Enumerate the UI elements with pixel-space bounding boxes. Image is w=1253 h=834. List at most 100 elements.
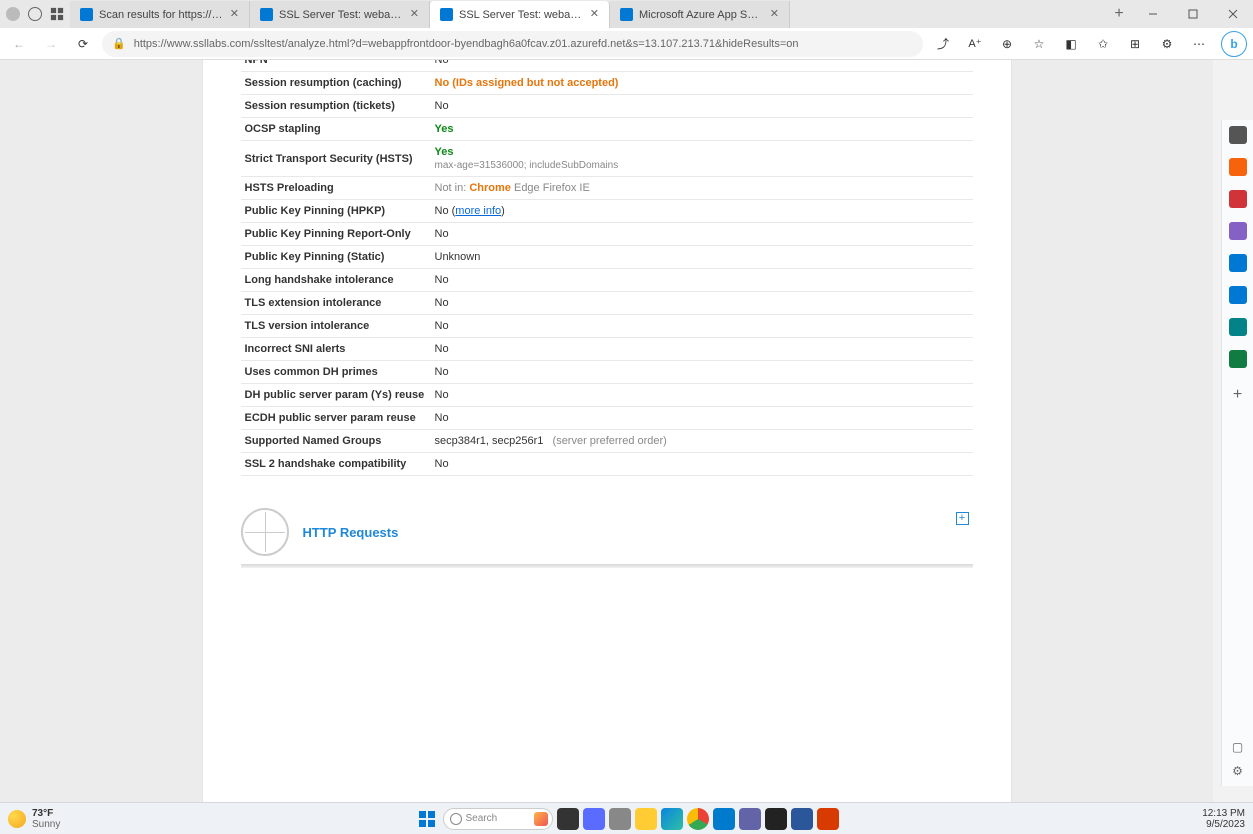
favorite-icon[interactable]: ☆ xyxy=(1025,31,1053,57)
maximize-button[interactable] xyxy=(1173,0,1213,28)
row-label: Uses common DH primes xyxy=(241,361,431,384)
sidebar-skype-icon[interactable] xyxy=(1229,350,1247,368)
tab-close-icon[interactable]: ✕ xyxy=(230,9,239,20)
browser-tab[interactable]: SSL Server Test: webappfrontdoo...✕ xyxy=(250,1,430,28)
page-scroll[interactable]: POODLE (SSLv3)No, SSL 3 not supported (m… xyxy=(0,60,1213,834)
row-value: No xyxy=(431,60,973,72)
table-row: Supported Named Groups secp384r1, secp256… xyxy=(241,430,973,453)
row-value: Yesmax-age=31536000; includeSubDomains xyxy=(431,141,973,177)
minimize-button[interactable] xyxy=(1133,0,1173,28)
taskbar-weather[interactable]: 73°F Sunny xyxy=(0,808,68,830)
browser-tab[interactable]: SSL Server Test: webappfrontdoo... ✕ xyxy=(430,1,610,28)
sidebar-tools-icon[interactable] xyxy=(1229,190,1247,208)
value-text: No xyxy=(435,297,449,309)
value-text: Yes xyxy=(435,123,454,135)
preload-prefix: Not in: xyxy=(435,182,470,194)
table-row: Uses common DH primes No xyxy=(241,361,973,384)
value-text: No xyxy=(435,366,449,378)
sidebar-search-icon[interactable] xyxy=(1229,126,1247,144)
edge-icon[interactable] xyxy=(661,808,683,830)
word-icon[interactable] xyxy=(791,808,813,830)
row-label: Supported Named Groups xyxy=(241,430,431,453)
sidebar-add-icon[interactable]: + xyxy=(1233,386,1242,404)
chrome-icon[interactable] xyxy=(687,808,709,830)
tab-title: SSL Server Test: webappfrontdoo... xyxy=(459,9,584,21)
tab-actions-icon[interactable] xyxy=(50,7,64,21)
sidebar-hide-icon[interactable]: ▢ xyxy=(1232,740,1243,754)
bing-chat-icon[interactable]: b xyxy=(1221,31,1247,57)
taskbar-search[interactable]: Search xyxy=(443,808,553,830)
site-info-icon[interactable]: 🔒 xyxy=(112,37,126,50)
chat-icon[interactable] xyxy=(583,808,605,830)
sidebar-games-icon[interactable] xyxy=(1229,222,1247,240)
value-text: Yes xyxy=(435,146,454,158)
windows-taskbar: 73°F Sunny Search 12:13 PM xyxy=(0,802,1253,834)
back-button[interactable]: ← xyxy=(6,31,32,57)
row-value: No xyxy=(431,315,973,338)
sidebar-shopping-icon[interactable] xyxy=(1229,158,1247,176)
file-explorer-icon[interactable] xyxy=(635,808,657,830)
taskbar-clock[interactable]: 12:13 PM 9/5/2023 xyxy=(1194,808,1253,830)
history-icon[interactable] xyxy=(28,7,42,21)
preload-rest: Edge Firefox IE xyxy=(511,182,590,194)
tab-close-icon[interactable]: ✕ xyxy=(590,9,599,20)
sidebar-outlook-icon[interactable] xyxy=(1229,286,1247,304)
weather-cond: Sunny xyxy=(32,819,60,830)
expand-section-button[interactable]: + xyxy=(956,512,969,525)
send-to-device-icon[interactable]: ⤴ xyxy=(929,31,957,57)
windows-settings-icon[interactable] xyxy=(609,808,631,830)
section-divider xyxy=(241,564,973,568)
value-text: No xyxy=(435,100,449,112)
teams-icon[interactable] xyxy=(739,808,761,830)
menu-icon[interactable]: ⋯ xyxy=(1185,31,1213,57)
refresh-button[interactable]: ⟳ xyxy=(70,31,96,57)
protocol-details-table: POODLE (SSLv3)No, SSL 3 not supported (m… xyxy=(241,60,973,476)
row-value: Not in: Chrome Edge Firefox IE xyxy=(431,177,973,200)
table-row: HSTS PreloadingNot in: Chrome Edge Firef… xyxy=(241,177,973,200)
forward-button[interactable]: → xyxy=(38,31,64,57)
table-row: TLS extension intoleranceNo xyxy=(241,292,973,315)
tab-close-icon[interactable]: ✕ xyxy=(410,9,419,20)
table-row: Session resumption (caching)No (IDs assi… xyxy=(241,72,973,95)
sidebar-settings-icon[interactable]: ⚙ xyxy=(1232,764,1243,778)
value-text: No xyxy=(435,389,449,401)
row-value: No xyxy=(431,338,973,361)
task-view-icon[interactable] xyxy=(557,808,579,830)
read-aloud-icon[interactable]: A⁺ xyxy=(961,31,989,57)
start-button[interactable] xyxy=(415,807,439,831)
table-row: ECDH public server param reuseNo xyxy=(241,407,973,430)
profile-icon[interactable] xyxy=(6,7,20,21)
new-tab-button[interactable]: + xyxy=(1105,0,1133,28)
value-text: No xyxy=(435,60,449,66)
browser-tab[interactable]: Microsoft Azure App Service - W...✕ xyxy=(610,1,790,28)
value-suffix: (server preferred order) xyxy=(553,435,667,447)
row-label: Strict Transport Security (HSTS) xyxy=(241,141,431,177)
table-row: NPNNo xyxy=(241,60,973,72)
row-label: OCSP stapling xyxy=(241,118,431,141)
row-value: No xyxy=(431,223,973,246)
collections-icon[interactable]: ⊞ xyxy=(1121,31,1149,57)
favorites-bar-icon[interactable]: ✩ xyxy=(1089,31,1117,57)
extensions-icon[interactable]: ⚙ xyxy=(1153,31,1181,57)
split-screen-icon[interactable]: ◧ xyxy=(1057,31,1085,57)
snip-icon[interactable] xyxy=(817,808,839,830)
terminal-icon[interactable] xyxy=(765,808,787,830)
row-label: Public Key Pinning Report-Only xyxy=(241,223,431,246)
zoom-icon[interactable]: ⊕ xyxy=(993,31,1021,57)
more-info-link[interactable]: more info xyxy=(455,205,501,217)
value-text: secp384r1, secp256r1 xyxy=(435,435,544,447)
sidebar-drop-icon[interactable] xyxy=(1229,318,1247,336)
row-label: Session resumption (caching) xyxy=(241,72,431,95)
browser-tab[interactable]: Scan results for https://webappfrontdoor… xyxy=(70,1,250,28)
table-row: DH public server param (Ys) reuseNo xyxy=(241,384,973,407)
close-window-button[interactable] xyxy=(1213,0,1253,28)
table-row: Public Key Pinning (Static)Unknown xyxy=(241,246,973,269)
row-label: TLS version intolerance xyxy=(241,315,431,338)
row-value: No xyxy=(431,361,973,384)
sidebar-microsoft365-icon[interactable] xyxy=(1229,254,1247,272)
row-label: Incorrect SNI alerts xyxy=(241,338,431,361)
url-input[interactable] xyxy=(132,37,913,51)
vscode-icon[interactable] xyxy=(713,808,735,830)
table-row: Session resumption (tickets)No xyxy=(241,95,973,118)
tab-close-icon[interactable]: ✕ xyxy=(770,9,779,20)
